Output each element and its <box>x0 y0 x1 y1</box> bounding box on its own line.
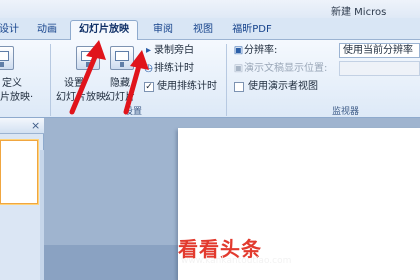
custom-show-icon[interactable] <box>0 46 14 70</box>
close-icon[interactable]: × <box>31 119 40 132</box>
presenter-view-label: 使用演示者视图 <box>248 81 318 92</box>
monitors-group-label: 监视器 <box>332 107 360 117</box>
resolution-row: ▣分辨率: <box>233 44 278 58</box>
resolution-select[interactable]: 使用当前分辨率 <box>339 43 420 58</box>
setup-slideshow-label-2[interactable]: 幻灯片放映 <box>56 88 106 103</box>
setup-slideshow-label-1[interactable]: 设置 <box>64 74 84 89</box>
group-separator <box>50 44 51 116</box>
tab-slideshow[interactable]: 幻灯片放映 <box>70 20 138 41</box>
group-separator <box>226 44 227 116</box>
hide-slide-icon[interactable] <box>110 46 134 70</box>
use-timings-label: 使用排练计时 <box>157 81 217 92</box>
tab-foxit-pdf[interactable]: 福昕PDF <box>226 21 278 40</box>
watermark-url: www.kankantoutiao.com <box>181 256 292 266</box>
hide-slide-label-1[interactable]: 隐藏 <box>110 74 130 89</box>
title-bar: 新建 Micros <box>0 0 420 18</box>
use-timings-checkbox[interactable]: ✓ <box>144 82 154 92</box>
tab-review[interactable]: 审阅 <box>146 21 180 40</box>
ribbon-tabs: 设计 动画 幻灯片放映 审阅 视图 福昕PDF <box>0 18 420 41</box>
record-icon: ▸ <box>145 45 152 56</box>
rehearse-timings-label: 排练计时 <box>154 63 194 74</box>
setup-slideshow-icon[interactable] <box>76 46 100 70</box>
custom-show-label-1[interactable]: 定义 <box>2 74 22 89</box>
presenter-view-checkbox[interactable] <box>234 82 244 92</box>
tab-animation[interactable]: 动画 <box>30 21 64 40</box>
slides-panel: × <box>0 118 44 280</box>
timer-icon: ◷ <box>144 63 153 74</box>
record-narration-label: 录制旁白 <box>154 45 194 56</box>
slide-thumbnail[interactable] <box>0 140 38 204</box>
tab-design[interactable]: 设计 <box>0 21 24 40</box>
show-on-select[interactable] <box>339 61 420 76</box>
show-on-label: 演示文稿显示位置: <box>244 63 328 74</box>
record-narration-button[interactable]: ▸ 录制旁白 <box>143 44 194 58</box>
resolution-label: 分辨率: <box>244 45 278 56</box>
monitor-icon: ▣ <box>233 45 244 56</box>
window-title: 新建 Micros <box>331 7 387 18</box>
rehearse-timings-button[interactable]: ◷排练计时 <box>143 62 194 76</box>
setup-group-label: 设置 <box>124 107 143 117</box>
custom-show-label-2[interactable]: 片放映· <box>0 88 33 103</box>
slides-panel-header: × <box>0 118 44 134</box>
hide-slide-label-2[interactable]: 幻灯片 <box>105 88 135 103</box>
display-icon: ▣ <box>233 63 244 74</box>
tab-view[interactable]: 视图 <box>186 21 220 40</box>
show-on-row: ▣演示文稿显示位置: <box>233 62 328 76</box>
